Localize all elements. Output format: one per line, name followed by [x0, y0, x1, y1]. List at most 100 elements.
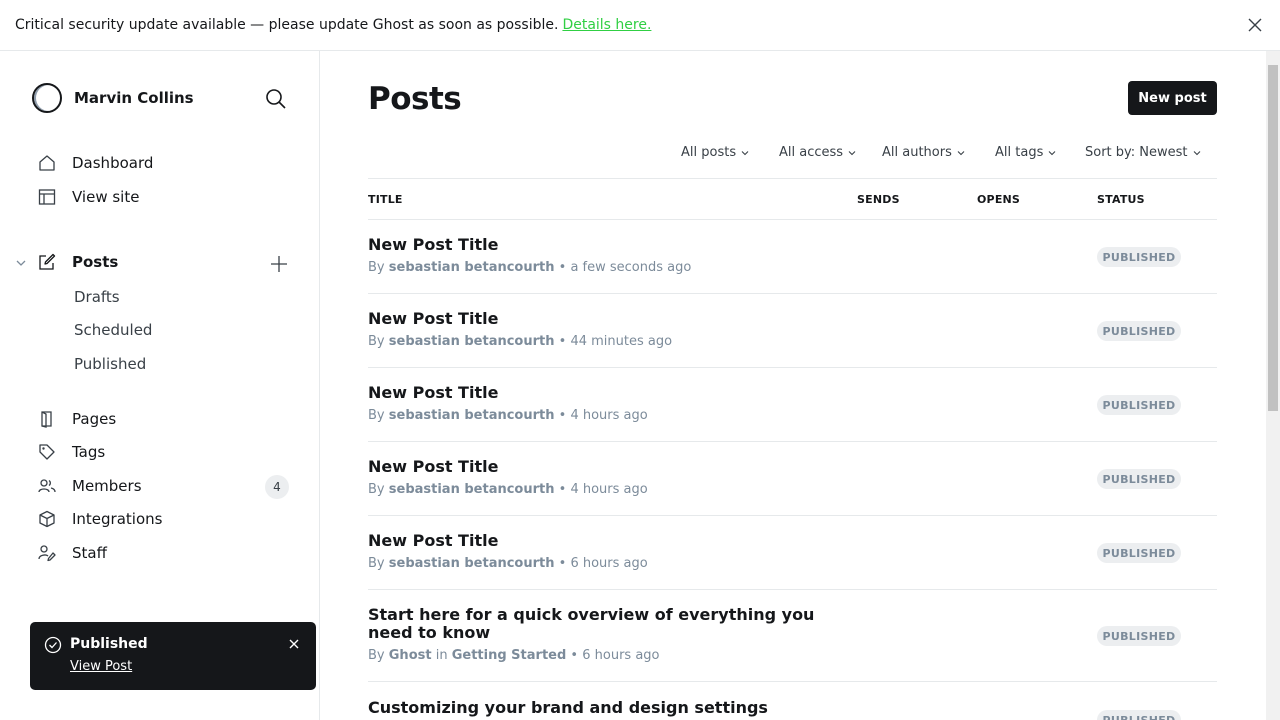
nav-dashboard[interactable]: Dashboard	[38, 154, 153, 172]
scrollbar[interactable]	[1266, 51, 1280, 720]
post-row[interactable]: Start here for a quick overview of every…	[368, 590, 1217, 682]
posts-table-header: TITLE SENDS OPENS STATUS	[368, 178, 1217, 220]
filter-bar: All posts All access All authors All tag…	[320, 145, 1266, 165]
nav-scheduled[interactable]: Scheduled	[74, 321, 152, 339]
post-author: sebastian betancourth	[388, 334, 555, 349]
close-icon[interactable]	[1247, 17, 1263, 33]
status-badge: PUBLISHED	[1097, 469, 1181, 489]
chevron-down-icon	[1193, 150, 1200, 155]
post-author: sebastian betancourth	[388, 260, 555, 275]
post-meta: By sebastian betancourth • a few seconds…	[368, 260, 691, 275]
post-tag: Getting Started	[451, 648, 567, 663]
nav-published[interactable]: Published	[74, 355, 146, 373]
chevron-down-icon[interactable]	[15, 257, 27, 269]
new-post-button[interactable]: New post	[1128, 81, 1217, 115]
post-separator: •	[558, 260, 567, 275]
plus-icon[interactable]	[269, 254, 289, 274]
post-title: Start here for a quick overview of every…	[368, 605, 815, 642]
post-time: 4 hours ago	[570, 408, 648, 423]
nav-posts[interactable]: Posts	[38, 253, 118, 271]
status-badge: PUBLISHED	[1097, 247, 1181, 267]
nav-staff[interactable]: Staff	[38, 544, 107, 562]
filter-access[interactable]: All access	[779, 145, 856, 160]
filter-type-label: All posts	[681, 145, 737, 160]
filter-authors[interactable]: All authors	[882, 145, 965, 160]
post-row[interactable]: Customizing your brand and design settin…	[368, 682, 1217, 720]
post-row[interactable]: New Post Title By sebastian betancourth …	[368, 294, 1217, 368]
post-by-label: By	[368, 648, 385, 663]
nav-staff-label: Staff	[72, 544, 107, 562]
post-by-label: By	[368, 556, 385, 571]
post-time: 44 minutes ago	[570, 334, 673, 349]
banner-details-link[interactable]: Details here.	[562, 17, 651, 33]
nav-pages[interactable]: Pages	[38, 410, 116, 428]
post-title: New Post Title	[368, 531, 499, 550]
chevron-down-icon	[1048, 150, 1056, 155]
post-separator: •	[570, 648, 579, 663]
post-by-label: By	[368, 482, 385, 497]
chevron-down-icon	[741, 150, 749, 155]
toast-title: Published	[70, 636, 148, 652]
post-separator: •	[558, 556, 567, 571]
staff-icon	[38, 545, 56, 562]
post-time: a few seconds ago	[570, 260, 692, 275]
nav-tags-label: Tags	[72, 443, 106, 461]
filter-access-label: All access	[779, 145, 844, 160]
post-row[interactable]: New Post Title By sebastian betancourth …	[368, 220, 1217, 294]
nav-members[interactable]: Members	[38, 477, 142, 495]
post-separator: •	[558, 334, 567, 349]
box-icon	[39, 510, 55, 528]
members-icon	[38, 479, 56, 493]
chevron-down-icon	[848, 150, 856, 155]
nav-pages-label: Pages	[72, 410, 117, 428]
post-row[interactable]: New Post Title By sebastian betancourth …	[368, 368, 1217, 442]
site-name: Marvin Collins	[74, 89, 194, 107]
column-sends: SENDS	[857, 193, 900, 206]
post-title: New Post Title	[368, 457, 499, 476]
post-title: Customizing your brand and design settin…	[368, 698, 768, 717]
post-meta: By sebastian betancourth • 4 hours ago	[368, 482, 648, 497]
post-title: New Post Title	[368, 309, 499, 328]
column-title: TITLE	[368, 193, 403, 206]
tag-icon	[39, 444, 55, 460]
close-icon[interactable]	[288, 638, 300, 650]
site-logo	[32, 83, 62, 113]
post-time: 6 hours ago	[582, 648, 660, 663]
nav-integrations-label: Integrations	[72, 510, 163, 528]
column-opens: OPENS	[977, 193, 1021, 206]
filter-sort[interactable]: Sort by: Newest	[1085, 145, 1201, 160]
filter-authors-label: All authors	[882, 145, 952, 160]
filter-tags-label: All tags	[995, 145, 1044, 160]
site-brand[interactable]: Marvin Collins	[32, 83, 194, 113]
post-row[interactable]: New Post Title By sebastian betancourth …	[368, 442, 1217, 516]
members-count-badge: 4	[265, 475, 289, 499]
nav-tags[interactable]: Tags	[38, 443, 105, 461]
status-badge: PUBLISHED	[1097, 395, 1181, 415]
post-by-label: By	[368, 334, 385, 349]
status-badge: PUBLISHED	[1097, 710, 1181, 720]
scrollbar-thumb[interactable]	[1268, 65, 1278, 411]
toast-view-post-link[interactable]: View Post	[70, 659, 132, 674]
post-row[interactable]: New Post Title By sebastian betancourth …	[368, 516, 1217, 590]
post-by-label: By	[368, 408, 385, 423]
nav-dashboard-label: Dashboard	[72, 154, 154, 172]
layout-icon	[38, 189, 56, 205]
security-banner: Critical security update available — ple…	[0, 0, 1280, 51]
nav-view-site[interactable]: View site	[38, 188, 139, 206]
edit-icon	[39, 253, 56, 270]
post-by-label: By	[368, 260, 385, 275]
nav-integrations[interactable]: Integrations	[38, 510, 162, 528]
post-title: New Post Title	[368, 235, 499, 254]
post-meta: By sebastian betancourth • 4 hours ago	[368, 408, 648, 423]
filter-type[interactable]: All posts	[681, 145, 749, 160]
check-circle-icon	[44, 636, 62, 654]
post-author: sebastian betancourth	[388, 482, 555, 497]
status-badge: PUBLISHED	[1097, 543, 1181, 563]
nav-drafts[interactable]: Drafts	[74, 288, 120, 306]
post-title: New Post Title	[368, 383, 499, 402]
nav-view-site-label: View site	[72, 188, 140, 206]
filter-tags[interactable]: All tags	[995, 145, 1056, 160]
search-icon[interactable]	[265, 88, 287, 110]
post-time: 6 hours ago	[570, 556, 648, 571]
home-icon	[39, 155, 55, 171]
